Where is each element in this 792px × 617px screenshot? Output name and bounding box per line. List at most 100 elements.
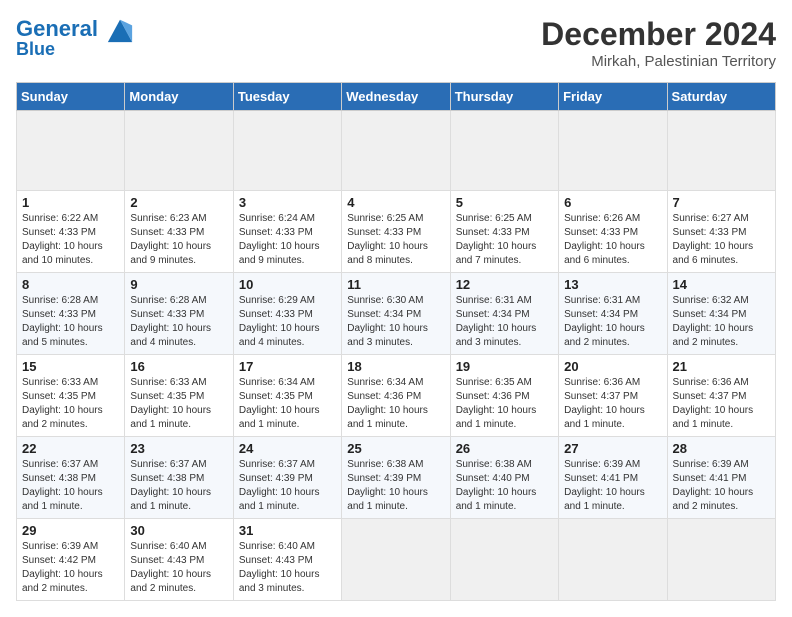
calendar-week-row: 29 Sunrise: 6:39 AM Sunset: 4:42 PM Dayli… <box>17 519 776 601</box>
day-number: 14 <box>673 277 770 292</box>
day-number: 24 <box>239 441 336 456</box>
day-number: 13 <box>564 277 661 292</box>
calendar-cell: 6 Sunrise: 6:26 AM Sunset: 4:33 PM Daylig… <box>559 191 667 273</box>
calendar-cell: 29 Sunrise: 6:39 AM Sunset: 4:42 PM Dayli… <box>17 519 125 601</box>
calendar-cell: 14 Sunrise: 6:32 AM Sunset: 4:34 PM Dayli… <box>667 273 775 355</box>
calendar-cell: 10Sunrise: 6:29 AM Sunset: 4:33 PM Dayli… <box>233 273 341 355</box>
calendar-cell: 19 Sunrise: 6:35 AM Sunset: 4:36 PM Dayli… <box>450 355 558 437</box>
day-info: Sunrise: 6:39 AM Sunset: 4:41 PM Dayligh… <box>673 458 770 514</box>
day-info: Sunrise: 6:34 AM Sunset: 4:35 PM Dayligh… <box>239 376 336 432</box>
day-number: 29 <box>22 523 119 538</box>
calendar-cell <box>342 111 450 191</box>
calendar-header-thursday: Thursday <box>450 83 558 111</box>
calendar-cell: 27 Sunrise: 6:39 AM Sunset: 4:41 PM Dayli… <box>559 437 667 519</box>
day-number: 31 <box>239 523 336 538</box>
day-number: 21 <box>673 359 770 374</box>
calendar-header-row: SundayMondayTuesdayWednesdayThursdayFrid… <box>17 83 776 111</box>
calendar-cell: 26Sunrise: 6:38 AM Sunset: 4:40 PM Dayli… <box>450 437 558 519</box>
calendar-cell: 24 Sunrise: 6:37 AM Sunset: 4:39 PM Dayli… <box>233 437 341 519</box>
calendar-cell: 8 Sunrise: 6:28 AM Sunset: 4:33 PM Daylig… <box>17 273 125 355</box>
calendar-cell: 28Sunrise: 6:39 AM Sunset: 4:41 PM Dayli… <box>667 437 775 519</box>
day-info: Sunrise: 6:31 AM Sunset: 4:34 PM Dayligh… <box>456 294 553 350</box>
calendar-cell: 25Sunrise: 6:38 AM Sunset: 4:39 PM Dayli… <box>342 437 450 519</box>
calendar-cell: 11 Sunrise: 6:30 AM Sunset: 4:34 PM Dayli… <box>342 273 450 355</box>
day-number: 12 <box>456 277 553 292</box>
day-number: 2 <box>130 195 227 210</box>
calendar-cell <box>559 519 667 601</box>
calendar-cell: 20 Sunrise: 6:36 AM Sunset: 4:37 PM Dayli… <box>559 355 667 437</box>
calendar-cell <box>667 519 775 601</box>
calendar-cell: 31Sunrise: 6:40 AM Sunset: 4:43 PM Dayli… <box>233 519 341 601</box>
day-info: Sunrise: 6:24 AM Sunset: 4:33 PM Dayligh… <box>239 212 336 268</box>
month-title: December 2024 <box>541 16 776 53</box>
calendar-header-wednesday: Wednesday <box>342 83 450 111</box>
day-info: Sunrise: 6:25 AM Sunset: 4:33 PM Dayligh… <box>347 212 444 268</box>
calendar-cell: 5Sunrise: 6:25 AM Sunset: 4:33 PM Daylig… <box>450 191 558 273</box>
calendar-table: SundayMondayTuesdayWednesdayThursdayFrid… <box>16 82 776 601</box>
day-info: Sunrise: 6:38 AM Sunset: 4:39 PM Dayligh… <box>347 458 444 514</box>
day-info: Sunrise: 6:39 AM Sunset: 4:41 PM Dayligh… <box>564 458 661 514</box>
day-info: Sunrise: 6:40 AM Sunset: 4:43 PM Dayligh… <box>130 540 227 596</box>
day-info: Sunrise: 6:27 AM Sunset: 4:33 PM Dayligh… <box>673 212 770 268</box>
calendar-header-sunday: Sunday <box>17 83 125 111</box>
calendar-cell <box>450 111 558 191</box>
calendar-cell <box>17 111 125 191</box>
day-number: 23 <box>130 441 227 456</box>
calendar-cell: 3 Sunrise: 6:24 AM Sunset: 4:33 PM Daylig… <box>233 191 341 273</box>
day-number: 9 <box>130 277 227 292</box>
day-info: Sunrise: 6:36 AM Sunset: 4:37 PM Dayligh… <box>673 376 770 432</box>
calendar-cell: 17 Sunrise: 6:34 AM Sunset: 4:35 PM Dayli… <box>233 355 341 437</box>
calendar-header-friday: Friday <box>559 83 667 111</box>
day-number: 17 <box>239 359 336 374</box>
calendar-cell: 21 Sunrise: 6:36 AM Sunset: 4:37 PM Dayli… <box>667 355 775 437</box>
calendar-cell: 4 Sunrise: 6:25 AM Sunset: 4:33 PM Daylig… <box>342 191 450 273</box>
calendar-cell <box>559 111 667 191</box>
day-number: 20 <box>564 359 661 374</box>
day-number: 4 <box>347 195 444 210</box>
calendar-cell: 16Sunrise: 6:33 AM Sunset: 4:35 PM Dayli… <box>125 355 233 437</box>
calendar-cell: 2Sunrise: 6:23 AM Sunset: 4:33 PM Daylig… <box>125 191 233 273</box>
day-number: 19 <box>456 359 553 374</box>
day-info: Sunrise: 6:33 AM Sunset: 4:35 PM Dayligh… <box>130 376 227 432</box>
day-number: 8 <box>22 277 119 292</box>
calendar-cell: 15Sunrise: 6:33 AM Sunset: 4:35 PM Dayli… <box>17 355 125 437</box>
calendar-week-row <box>17 111 776 191</box>
calendar-cell: 30Sunrise: 6:40 AM Sunset: 4:43 PM Dayli… <box>125 519 233 601</box>
day-number: 3 <box>239 195 336 210</box>
day-number: 18 <box>347 359 444 374</box>
day-info: Sunrise: 6:28 AM Sunset: 4:33 PM Dayligh… <box>22 294 119 350</box>
day-info: Sunrise: 6:36 AM Sunset: 4:37 PM Dayligh… <box>564 376 661 432</box>
day-number: 1 <box>22 195 119 210</box>
day-number: 7 <box>673 195 770 210</box>
day-info: Sunrise: 6:31 AM Sunset: 4:34 PM Dayligh… <box>564 294 661 350</box>
calendar-cell: 9Sunrise: 6:28 AM Sunset: 4:33 PM Daylig… <box>125 273 233 355</box>
calendar-cell: 7 Sunrise: 6:27 AM Sunset: 4:33 PM Daylig… <box>667 191 775 273</box>
day-number: 6 <box>564 195 661 210</box>
day-number: 26 <box>456 441 553 456</box>
calendar-cell: 23 Sunrise: 6:37 AM Sunset: 4:38 PM Dayli… <box>125 437 233 519</box>
day-number: 27 <box>564 441 661 456</box>
calendar-cell: 1Sunrise: 6:22 AM Sunset: 4:33 PM Daylig… <box>17 191 125 273</box>
logo: General Blue <box>16 16 134 60</box>
calendar-header-monday: Monday <box>125 83 233 111</box>
day-info: Sunrise: 6:37 AM Sunset: 4:38 PM Dayligh… <box>130 458 227 514</box>
day-info: Sunrise: 6:33 AM Sunset: 4:35 PM Dayligh… <box>22 376 119 432</box>
calendar-header-saturday: Saturday <box>667 83 775 111</box>
calendar-cell <box>667 111 775 191</box>
calendar-cell <box>450 519 558 601</box>
day-number: 22 <box>22 441 119 456</box>
calendar-week-row: 22 Sunrise: 6:37 AM Sunset: 4:38 PM Dayli… <box>17 437 776 519</box>
day-info: Sunrise: 6:37 AM Sunset: 4:39 PM Dayligh… <box>239 458 336 514</box>
day-info: Sunrise: 6:37 AM Sunset: 4:38 PM Dayligh… <box>22 458 119 514</box>
day-info: Sunrise: 6:35 AM Sunset: 4:36 PM Dayligh… <box>456 376 553 432</box>
calendar-cell <box>342 519 450 601</box>
day-info: Sunrise: 6:39 AM Sunset: 4:42 PM Dayligh… <box>22 540 119 596</box>
calendar-week-row: 8 Sunrise: 6:28 AM Sunset: 4:33 PM Daylig… <box>17 273 776 355</box>
day-info: Sunrise: 6:30 AM Sunset: 4:34 PM Dayligh… <box>347 294 444 350</box>
day-number: 11 <box>347 277 444 292</box>
day-info: Sunrise: 6:26 AM Sunset: 4:33 PM Dayligh… <box>564 212 661 268</box>
calendar-week-row: 1Sunrise: 6:22 AM Sunset: 4:33 PM Daylig… <box>17 191 776 273</box>
calendar-header-tuesday: Tuesday <box>233 83 341 111</box>
day-info: Sunrise: 6:32 AM Sunset: 4:34 PM Dayligh… <box>673 294 770 350</box>
calendar-week-row: 15Sunrise: 6:33 AM Sunset: 4:35 PM Dayli… <box>17 355 776 437</box>
